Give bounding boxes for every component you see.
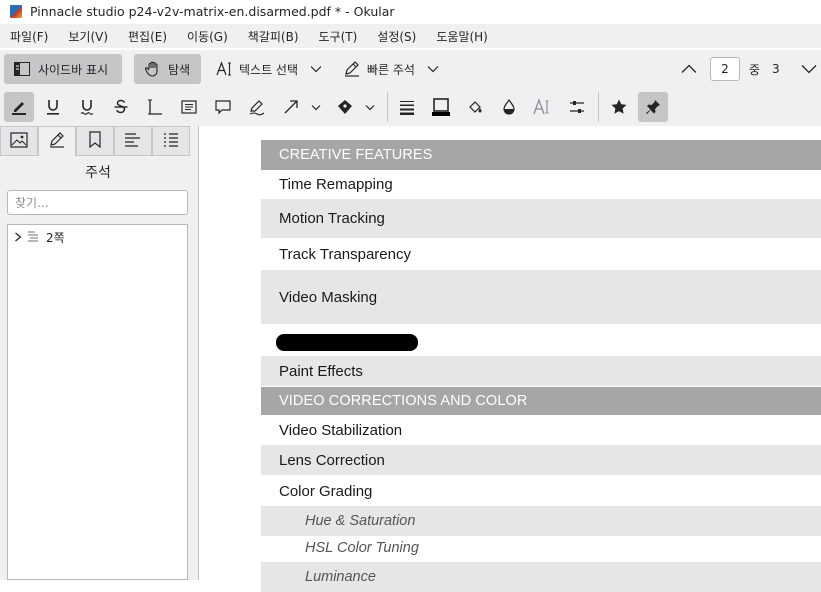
bookmark-icon xyxy=(88,130,102,152)
feature-row: Time Remapping xyxy=(261,170,821,198)
pen-icon xyxy=(48,131,66,152)
fill-color-icon[interactable] xyxy=(460,92,490,122)
redaction-mark xyxy=(276,334,418,351)
sidebar-icon xyxy=(14,62,30,76)
menu-bar: 파일(F) 보기(V) 편집(E) 이동(G) 책갈피(B) 도구(T) 설정(… xyxy=(0,24,821,48)
pin-icon[interactable] xyxy=(638,92,668,122)
section-header: VIDEO CORRECTIONS AND COLOR xyxy=(261,387,821,415)
feature-row: Video Stabilization xyxy=(261,416,821,445)
annotation-search-input[interactable]: 찾기... xyxy=(7,190,188,215)
tab-thumbnails[interactable] xyxy=(0,126,38,156)
opacity-icon[interactable] xyxy=(494,92,524,122)
annotation-toolbar xyxy=(0,88,821,126)
chevron-down-icon[interactable] xyxy=(310,65,322,73)
main-toolbar: 사이드바 표시 탐색 텍스트 선택 빠른 주석 중 3 xyxy=(0,50,821,88)
font-icon[interactable] xyxy=(528,92,558,122)
feature-row: Video Masking xyxy=(261,270,821,324)
chevron-right-icon[interactable] xyxy=(14,231,22,245)
inline-note-icon[interactable] xyxy=(174,92,204,122)
quick-annotations-label: 빠른 주석 xyxy=(367,62,415,77)
sub-feature-row: Luminance xyxy=(261,562,821,592)
section-header: CREATIVE FEATURES xyxy=(261,140,821,170)
sidebar: 주석 찾기... 2쪽 xyxy=(0,126,199,580)
strikeout-icon[interactable] xyxy=(106,92,136,122)
page-of-label: 중 xyxy=(749,62,761,77)
menu-view[interactable]: 보기(V) xyxy=(58,28,118,45)
menu-file[interactable]: 파일(F) xyxy=(0,28,58,45)
squiggle-underline-icon[interactable] xyxy=(72,92,102,122)
chevron-up-icon xyxy=(681,64,697,74)
menu-settings[interactable]: 설정(S) xyxy=(367,28,426,45)
typewriter-icon[interactable] xyxy=(140,92,170,122)
show-sidebar-label: 사이드바 표시 xyxy=(38,62,109,77)
tree-item-label: 2쪽 xyxy=(46,231,65,245)
star-icon[interactable] xyxy=(604,92,634,122)
window-title: Pinnacle studio p24-v2v-matrix-en.disarm… xyxy=(30,3,395,19)
hand-icon xyxy=(144,60,162,78)
page-total: 3 xyxy=(772,62,780,76)
sidebar-title: 주석 xyxy=(85,165,111,181)
text-select-button[interactable]: 텍스트 선택 xyxy=(210,54,334,84)
tab-contents[interactable] xyxy=(114,126,152,156)
stamp-icon[interactable] xyxy=(330,92,360,122)
page-count: 중 3 xyxy=(745,54,785,84)
browse-tool-button[interactable]: 탐색 xyxy=(134,54,201,84)
browse-label: 탐색 xyxy=(168,62,191,77)
feature-row: Track Transparency xyxy=(261,239,821,269)
toolbar-separator xyxy=(598,92,599,122)
toolbar-separator xyxy=(387,92,388,122)
table-of-contents-icon xyxy=(124,132,142,151)
title-bar: Pinnacle studio p24-v2v-matrix-en.disarm… xyxy=(0,0,821,22)
chevron-down-icon xyxy=(801,64,817,74)
feature-row: Color Grading xyxy=(261,476,821,506)
next-page-button[interactable] xyxy=(796,54,821,84)
text-select-icon xyxy=(215,60,233,78)
freehand-line-icon[interactable] xyxy=(242,92,272,122)
previous-page-button[interactable] xyxy=(676,54,702,84)
page-icon xyxy=(27,230,39,245)
show-sidebar-button[interactable]: 사이드바 표시 xyxy=(4,54,122,84)
annotation-tree: 2쪽 xyxy=(7,224,188,580)
menu-help[interactable]: 도움말(H) xyxy=(426,28,498,45)
text-select-label: 텍스트 선택 xyxy=(239,62,299,77)
underline-icon[interactable] xyxy=(38,92,68,122)
tree-item-page-2[interactable]: 2쪽 xyxy=(14,229,65,246)
tab-layers[interactable] xyxy=(152,126,190,156)
pen-icon xyxy=(343,60,361,78)
chevron-down-icon[interactable] xyxy=(306,92,326,122)
tab-annotations[interactable] xyxy=(38,126,76,156)
highlighter-icon[interactable] xyxy=(4,92,34,122)
chevron-down-icon[interactable] xyxy=(427,65,439,73)
popup-note-icon[interactable] xyxy=(208,92,238,122)
menu-edit[interactable]: 편집(E) xyxy=(118,28,177,45)
sidebar-tabs xyxy=(0,126,196,156)
feature-row: Paint Effects xyxy=(261,356,821,386)
sub-feature-row: Hue & Saturation xyxy=(261,506,821,536)
layers-icon xyxy=(162,132,180,151)
menu-tools[interactable]: 도구(T) xyxy=(309,28,368,45)
arrow-icon[interactable] xyxy=(276,92,306,122)
sub-feature-row: HSL Color Tuning xyxy=(261,536,821,560)
feature-row: Motion Tracking xyxy=(261,199,821,238)
border-color-icon[interactable] xyxy=(426,92,456,122)
quick-annotations-button[interactable]: 빠른 주석 xyxy=(340,54,450,84)
chevron-down-icon[interactable] xyxy=(360,92,380,122)
menu-bookmarks[interactable]: 책갈피(B) xyxy=(238,28,309,45)
feature-row: Lens Correction xyxy=(261,445,821,475)
okular-app-icon xyxy=(10,4,22,18)
page-number-input[interactable]: 2 xyxy=(710,57,740,81)
line-width-icon[interactable] xyxy=(392,92,422,122)
image-icon xyxy=(10,131,28,151)
menu-go[interactable]: 이동(G) xyxy=(177,28,238,45)
annotation-settings-icon[interactable] xyxy=(562,92,592,122)
tab-bookmarks[interactable] xyxy=(76,126,114,156)
